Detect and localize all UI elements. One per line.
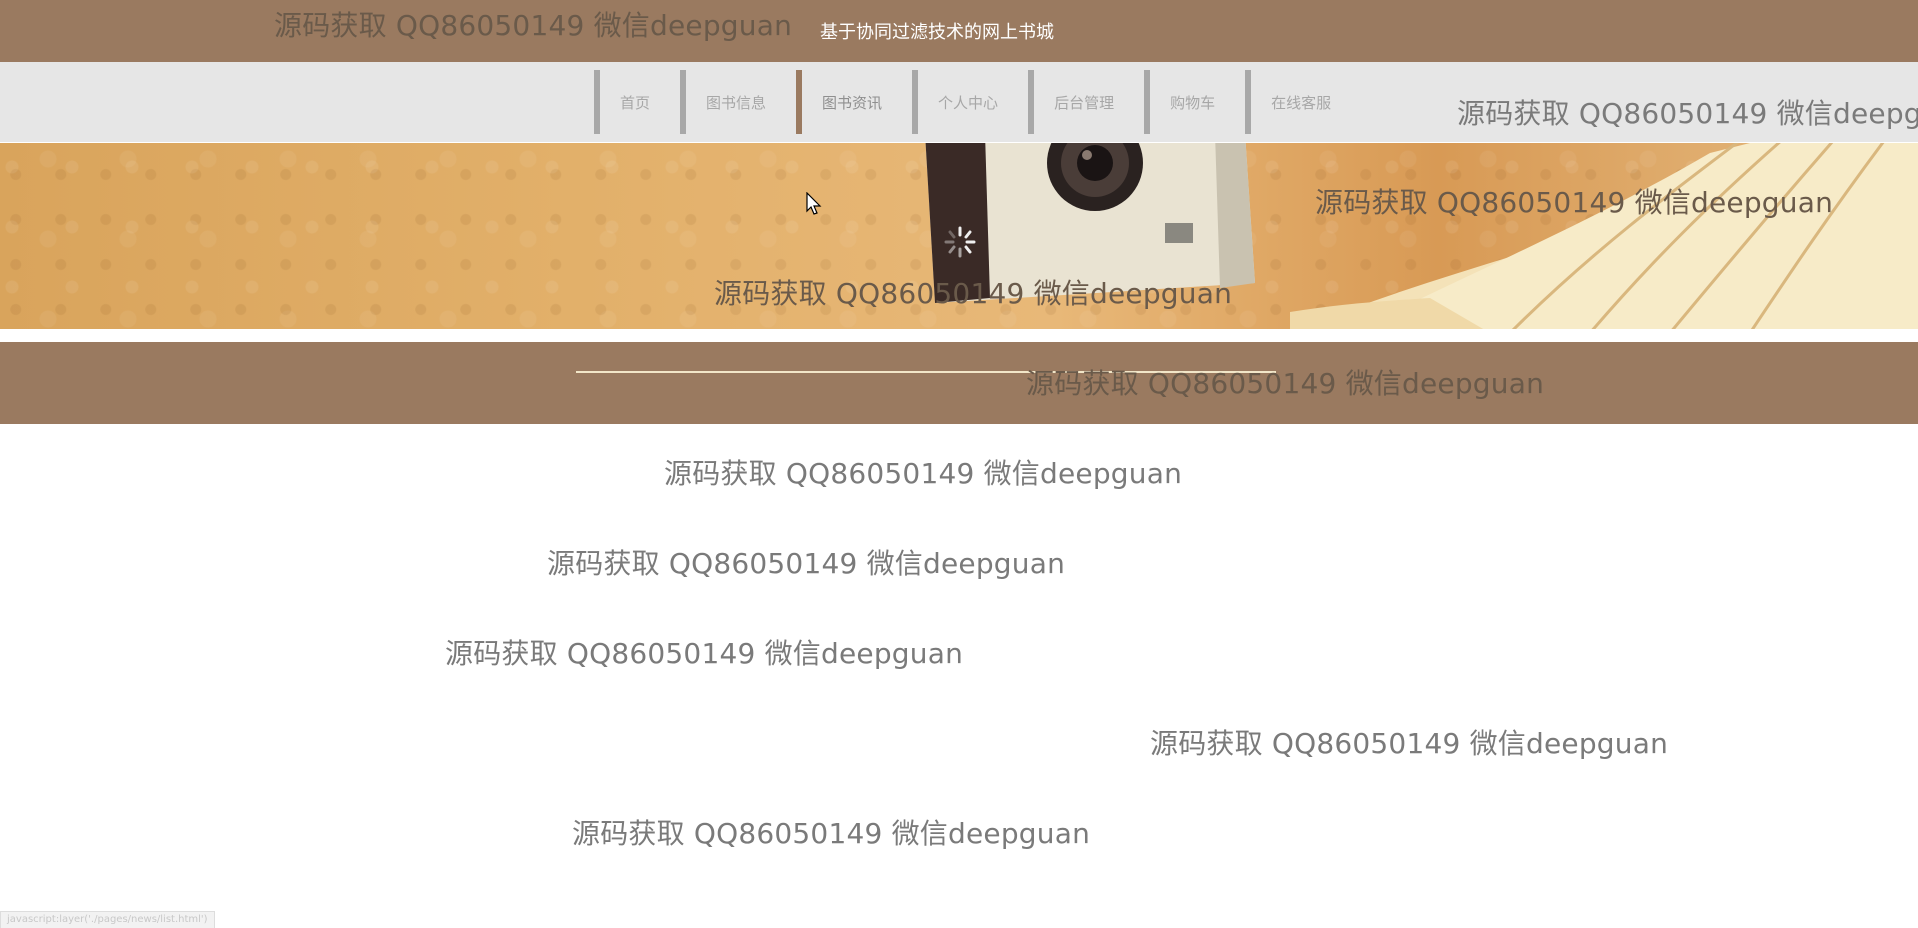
nav-bar: 首页 图书信息 图书资讯 个人中心 后台管理 购物车 在线客服 源码获取 QQ8… — [0, 62, 1918, 142]
main-nav: 首页 图书信息 图书资讯 个人中心 后台管理 购物车 在线客服 — [594, 70, 1361, 134]
watermark: 源码获取 QQ86050149 微信deepguan — [714, 277, 1233, 310]
nav-item-book-info[interactable]: 图书信息 — [680, 70, 789, 134]
open-book-image — [1290, 143, 1918, 329]
loading-spinner-icon — [944, 226, 976, 258]
top-header: 源码获取 QQ86050149 微信deepguan 基于协同过滤技术的网上书城 — [0, 0, 1918, 62]
watermark: 源码获取 QQ86050149 微信deepguan — [445, 637, 964, 670]
watermark: 源码获取 QQ86050149 微信deepguan — [664, 457, 1183, 490]
mouse-cursor-icon — [806, 192, 822, 215]
watermark: 源码获取 QQ86050149 微信deepguan — [1315, 186, 1834, 219]
watermark: 源码获取 QQ86050149 微信deepguan — [547, 547, 1066, 580]
watermark: 源码获取 QQ86050149 微信deepguan — [1150, 727, 1669, 760]
nav-item-personal-center[interactable]: 个人中心 — [912, 70, 1021, 134]
nav-item-admin[interactable]: 后台管理 — [1028, 70, 1137, 134]
nav-item-book-news[interactable]: 图书资讯 — [796, 70, 905, 134]
section-header-strip: 源码获取 QQ86050149 微信deepguan — [0, 342, 1918, 424]
nav-item-home[interactable]: 首页 — [594, 70, 673, 134]
watermark: 源码获取 QQ86050149 微信deepguan — [274, 9, 793, 42]
watermark: 源码获取 QQ86050149 微信deepguan — [1457, 97, 1918, 130]
browser-status-bar: javascript:layer('./pages/news/list.html… — [0, 911, 215, 928]
nav-item-cart[interactable]: 购物车 — [1144, 70, 1238, 134]
page: 源码获取 QQ86050149 微信deepguan 基于协同过滤技术的网上书城… — [0, 0, 1918, 928]
site-title: 基于协同过滤技术的网上书城 — [820, 22, 1054, 43]
watermark: 源码获取 QQ86050149 微信deepguan — [572, 817, 1091, 850]
nav-item-online-service[interactable]: 在线客服 — [1245, 70, 1354, 134]
watermark: 源码获取 QQ86050149 微信deepguan — [1026, 367, 1545, 400]
